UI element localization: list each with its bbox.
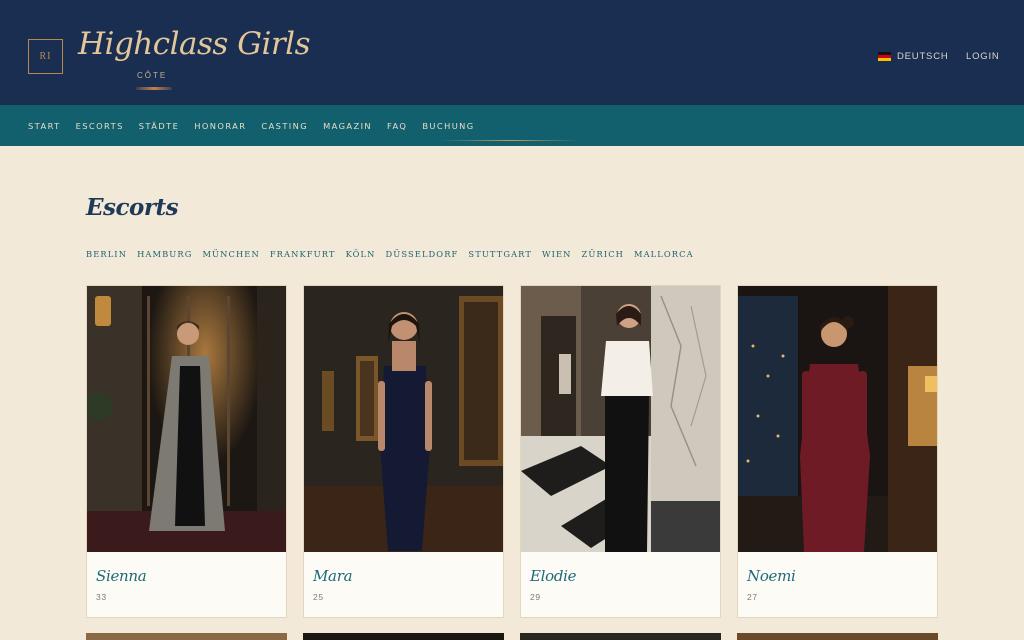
brand-underline (136, 87, 172, 90)
profile-photo-next-row[interactable] (86, 633, 287, 640)
brand-title[interactable]: Highclass Girls (78, 26, 311, 62)
site-header: RI Highclass Girls CÔTE DEUTSCH LOGIN (0, 0, 1024, 105)
city-link-stuttgart[interactable]: STUTTGART (468, 249, 532, 259)
city-link-hamburg[interactable]: HAMBURG (137, 249, 192, 259)
logo-badge[interactable]: RI (28, 39, 63, 74)
profile-age: 29 (530, 592, 541, 602)
city-link-frankfurt[interactable]: FRANKFURT (270, 249, 336, 259)
profile-card[interactable]: Elodie 29 (520, 285, 721, 618)
page-title: Escorts (86, 194, 179, 221)
profile-photo[interactable] (738, 286, 937, 552)
city-link-zuerich[interactable]: ZÜRICH (582, 249, 624, 259)
nav-item-faq[interactable]: FAQ (387, 121, 407, 131)
language-label: DEUTSCH (897, 51, 949, 62)
profile-photo[interactable] (87, 286, 286, 552)
profile-name[interactable]: Elodie (530, 567, 577, 585)
city-link-berlin[interactable]: BERLIN (86, 249, 127, 259)
language-switcher[interactable]: DEUTSCH (878, 51, 949, 62)
german-flag-icon (878, 52, 891, 61)
nav-item-honorar[interactable]: HONORAR (194, 121, 246, 131)
profile-photo-next-row[interactable] (520, 633, 721, 640)
profile-photo-next-row[interactable] (303, 633, 504, 640)
profile-card[interactable]: Noemi 27 (737, 285, 938, 618)
profile-name[interactable]: Mara (313, 567, 353, 585)
city-link-wien[interactable]: WIEN (542, 249, 572, 259)
city-filter: BERLIN HAMBURG MÜNCHEN FRANKFURT KÖLN DÜ… (86, 249, 694, 259)
city-link-muenchen[interactable]: MÜNCHEN (202, 249, 259, 259)
city-link-koeln[interactable]: KÖLN (346, 249, 376, 259)
nav-item-magazin[interactable]: MAGAZIN (323, 121, 372, 131)
nav-item-start[interactable]: START (28, 121, 61, 131)
nav-item-casting[interactable]: CASTING (261, 121, 308, 131)
nav-item-escorts[interactable]: ESCORTS (76, 121, 124, 131)
city-link-mallorca[interactable]: MALLORCA (634, 249, 694, 259)
profile-name[interactable]: Noemi (747, 567, 796, 585)
profile-age: 27 (747, 592, 758, 602)
profile-age: 33 (96, 592, 107, 602)
profile-age: 25 (313, 592, 324, 602)
nav-item-staedte[interactable]: STÄDTE (139, 121, 179, 131)
profile-photo[interactable] (521, 286, 720, 552)
nav-item-buchung[interactable]: BUCHUNG (422, 121, 474, 131)
profile-card[interactable]: Mara 25 (303, 285, 504, 618)
profile-photo-next-row[interactable] (737, 633, 938, 640)
city-link-duesseldorf[interactable]: DÜSSELDORF (386, 249, 459, 259)
profile-photo[interactable] (304, 286, 503, 552)
nav-accent-line (440, 140, 580, 141)
login-link[interactable]: LOGIN (966, 51, 1000, 62)
brand-subtitle: CÔTE (137, 71, 168, 80)
profile-card[interactable]: Sienna 33 (86, 285, 287, 618)
profile-name[interactable]: Sienna (96, 567, 147, 585)
